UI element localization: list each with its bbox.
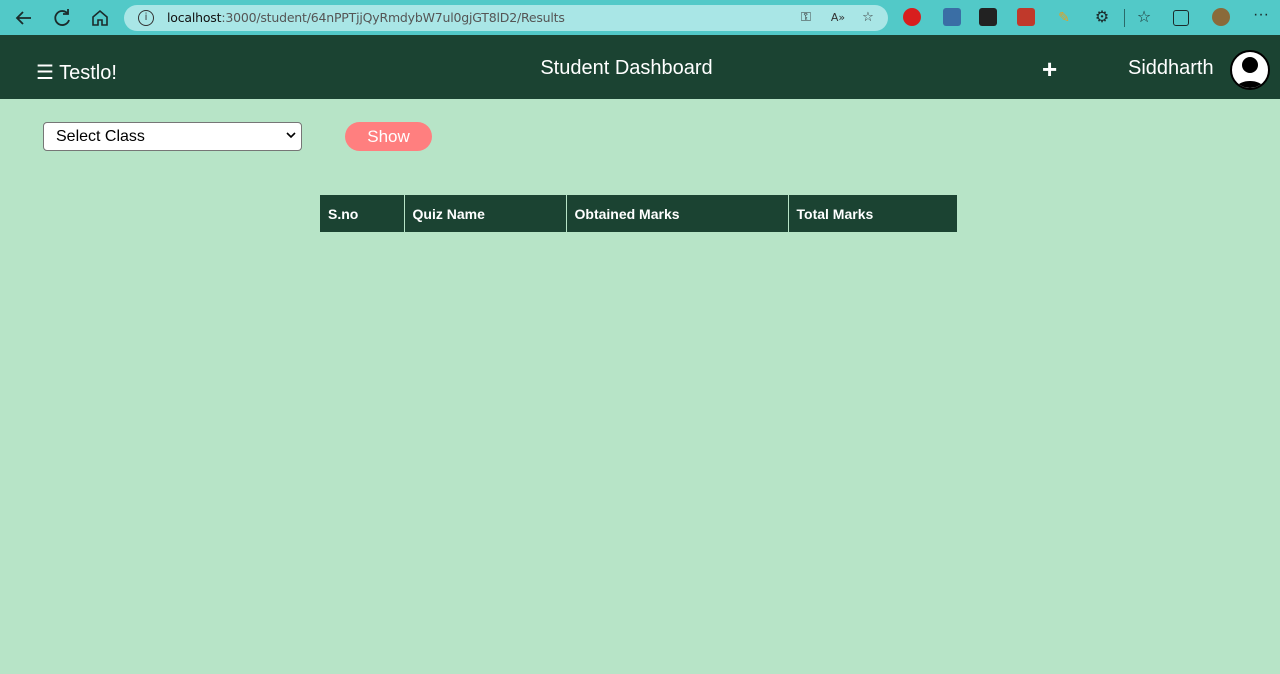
pen-extension-icon[interactable]: ✎ <box>1055 8 1073 26</box>
url-text[interactable]: localhost:3000/student/64nPPTjjQyRmdybW7… <box>167 10 565 25</box>
translate-extension-icon[interactable] <box>943 8 961 26</box>
table-header-row: S.no Quiz Name Obtained Marks Total Mark… <box>320 195 957 232</box>
back-arrow-icon[interactable] <box>12 6 36 30</box>
page-title: Student Dashboard <box>540 57 713 79</box>
adblock-extension-icon[interactable] <box>903 8 921 26</box>
show-button[interactable]: Show <box>345 122 432 151</box>
info-icon[interactable]: i <box>138 10 154 26</box>
game-extension-icon[interactable] <box>1017 8 1035 26</box>
column-header-obtained-marks: Obtained Marks <box>566 195 789 232</box>
chevron-down-icon <box>285 129 297 144</box>
reload-icon[interactable] <box>50 6 74 30</box>
user-name[interactable]: Siddharth <box>1128 57 1214 80</box>
url-path: :3000/student/64nPPTjjQyRmdybW7ul0gjGT8l… <box>221 10 565 25</box>
collections-icon[interactable] <box>1173 10 1189 26</box>
user-avatar-icon[interactable] <box>1230 50 1270 90</box>
save-extension-icon[interactable] <box>979 8 997 26</box>
more-menu-icon[interactable]: ··· <box>1252 7 1270 26</box>
class-select[interactable]: Select Class <box>43 122 302 151</box>
url-host: localhost <box>167 10 222 25</box>
column-header-quiz-name: Quiz Name <box>404 195 567 232</box>
profile-avatar[interactable] <box>1212 8 1230 26</box>
toolbar-divider <box>1124 9 1125 27</box>
favorite-add-icon[interactable]: ☆ <box>858 8 878 28</box>
favorites-icon[interactable]: ☆ <box>1135 8 1153 26</box>
app-header: ☰ Testlo! Student Dashboard + Siddharth <box>0 35 1280 99</box>
column-header-total-marks: Total Marks <box>788 195 957 232</box>
address-bar[interactable]: i localhost:3000/student/64nPPTjjQyRmdyb… <box>124 5 888 31</box>
key-icon[interactable]: ⚿ <box>796 8 816 28</box>
read-aloud-icon[interactable]: A» <box>828 8 848 28</box>
add-button[interactable]: + <box>1042 54 1057 85</box>
column-header-sno: S.no <box>320 195 405 232</box>
results-table: S.no Quiz Name Obtained Marks Total Mark… <box>320 195 957 232</box>
extensions-puzzle-icon[interactable]: ⚙ <box>1093 8 1111 26</box>
class-select-value: Select Class <box>56 128 145 145</box>
browser-toolbar: i localhost:3000/student/64nPPTjjQyRmdyb… <box>0 0 1280 35</box>
home-icon[interactable] <box>88 6 112 30</box>
